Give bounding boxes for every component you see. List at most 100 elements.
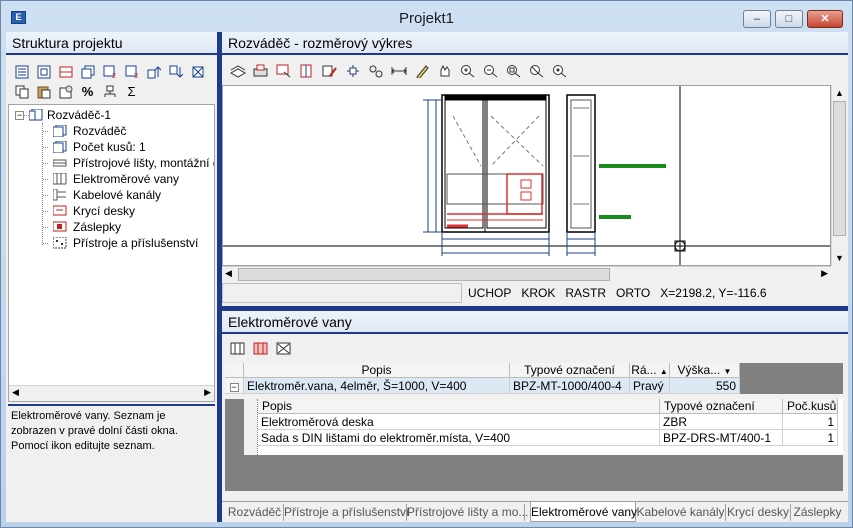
column-header-popis[interactable]: Popis: [244, 363, 510, 378]
pan-icon[interactable]: [435, 62, 454, 79]
detail-grid: Popis Typové označení Poč.kusů... Elektr…: [244, 399, 843, 455]
snap-icon[interactable]: [366, 62, 385, 79]
subcolumn-header-typ[interactable]: Typové označení: [660, 399, 783, 414]
print-icon[interactable]: [251, 62, 270, 79]
tree-line: [43, 147, 48, 149]
tree-node-cable-ducts[interactable]: Kabelové kanály: [43, 187, 161, 203]
drawing-horizontal-scrollbar[interactable]: ◀ ▶: [222, 266, 831, 282]
column-header-typ[interactable]: Typové označení: [510, 363, 630, 378]
tab-cover-plates[interactable]: Krycí desky: [726, 504, 791, 521]
tab-cable-ducts[interactable]: Kabelové kanály: [636, 504, 726, 521]
zoom-in-icon[interactable]: [458, 62, 477, 79]
drawing-vertical-scrollbar[interactable]: ▲ ▼: [831, 85, 847, 266]
tab-rails[interactable]: Přístrojové lišty a mo...: [407, 504, 528, 521]
tree-node-label: Rozváděč: [73, 124, 127, 138]
cell-strana[interactable]: Pravý: [630, 378, 670, 394]
scroll-up-icon[interactable]: ▲: [835, 88, 844, 98]
add-tray-icon[interactable]: [228, 340, 247, 357]
tree-line: [244, 399, 258, 455]
scroll-thumb[interactable]: [833, 101, 846, 236]
subcell-pocet[interactable]: 1: [783, 414, 838, 430]
tree-node-rails[interactable]: Přístrojové lišty, montážní desky: [43, 155, 214, 171]
column-header-vyska[interactable]: Výška... ▼: [670, 363, 740, 378]
meter-tray-grid: Popis Typové označení Rá... ▲ Výška... ▼…: [225, 363, 843, 491]
insert-device-icon[interactable]: [297, 62, 316, 79]
sort-asc-icon: ▲: [659, 367, 668, 376]
edit-device-icon[interactable]: [320, 62, 339, 79]
delete-tray-icon[interactable]: [274, 340, 293, 357]
copy-frame-icon[interactable]: [78, 63, 97, 80]
subcolumn-header-popis[interactable]: Popis: [258, 399, 660, 414]
tree-node-label: Přístroje a příslušenství: [73, 236, 199, 250]
print-preview-icon[interactable]: [274, 62, 293, 79]
scroll-down-icon[interactable]: ▼: [835, 253, 844, 263]
tree-node-blanks[interactable]: Záslepky: [43, 219, 121, 235]
close-button[interactable]: ✕: [807, 10, 843, 28]
scroll-left-icon[interactable]: ◀: [225, 268, 232, 279]
window-title: Projekt1: [398, 10, 455, 27]
percent-icon[interactable]: %: [78, 83, 97, 100]
drawing-canvas[interactable]: [222, 85, 831, 266]
layers-icon[interactable]: [228, 62, 247, 79]
scroll-thumb[interactable]: [238, 268, 610, 281]
snap-status[interactable]: UCHOP: [468, 286, 511, 300]
scroll-right-icon[interactable]: ▶: [204, 387, 211, 398]
scroll-right-icon[interactable]: ▶: [821, 268, 828, 279]
frame-2-icon[interactable]: 2: [100, 63, 119, 80]
move-down-icon[interactable]: [166, 63, 185, 80]
title-bar[interactable]: E Projekt1 – □ ✕: [1, 1, 852, 32]
frame-3-icon[interactable]: 3: [122, 63, 141, 80]
paste-icon[interactable]: [34, 83, 53, 100]
zoom-extents-icon[interactable]: [550, 62, 569, 79]
tab-strip: Rozváděč Přístroje a příslušenství Příst…: [222, 501, 848, 522]
delete-icon[interactable]: [188, 63, 207, 80]
tab-meter-trays[interactable]: Elektroměrové vany: [530, 502, 637, 522]
tree-horizontal-scrollbar[interactable]: ◀ ▶: [9, 385, 214, 401]
sum-icon[interactable]: Σ: [122, 83, 141, 100]
maximize-button[interactable]: □: [775, 10, 803, 28]
move-up-icon[interactable]: [144, 63, 163, 80]
properties-icon[interactable]: [56, 83, 75, 100]
subcell-typ[interactable]: BPZ-DRS-MT/400-1: [660, 430, 783, 446]
tree-node-switchboard[interactable]: Rozváděč: [43, 123, 126, 139]
structure-toolbar: 2 3 % Σ: [6, 59, 217, 104]
minimize-button[interactable]: –: [743, 10, 771, 28]
collapse-toggle[interactable]: −: [15, 111, 24, 120]
subcell-typ[interactable]: ZBR: [660, 414, 783, 430]
subcolumn-header-pocet[interactable]: Poč.kusů...: [783, 399, 838, 414]
frame-icon[interactable]: [34, 63, 53, 80]
switchboard-icon: [29, 109, 43, 121]
zoom-out-icon[interactable]: [481, 62, 500, 79]
column-header-strana[interactable]: Rá... ▲: [630, 363, 670, 378]
scroll-left-icon[interactable]: ◀: [12, 387, 19, 398]
grid-status[interactable]: RASTR: [565, 286, 606, 300]
move-icon[interactable]: [343, 62, 362, 79]
subcell-pocet[interactable]: 1: [783, 430, 838, 446]
ortho-status[interactable]: ORTO: [616, 286, 650, 300]
tree-node-cover-plates[interactable]: Krycí desky: [43, 203, 135, 219]
pen-icon[interactable]: [412, 62, 431, 79]
subcell-popis[interactable]: Sada s DIN lištami do elektroměr.místa, …: [258, 430, 660, 446]
tree-node-devices[interactable]: Přístroje a příslušenství: [43, 235, 198, 251]
zoom-window-icon[interactable]: [504, 62, 523, 79]
cell-popis[interactable]: Elektroměr.vana, 4elměr, Š=1000, V=400: [244, 378, 510, 394]
tab-devices[interactable]: Přístroje a příslušenství: [284, 504, 409, 521]
copy-icon[interactable]: [12, 83, 31, 100]
tab-blanks[interactable]: Záslepky: [791, 504, 844, 521]
tree-node-meter-trays[interactable]: Elektroměrové vany: [43, 171, 179, 187]
cell-typ[interactable]: BPZ-MT-1000/400-4: [510, 378, 630, 394]
dimension-icon[interactable]: [389, 62, 408, 79]
row-collapse-toggle[interactable]: −: [225, 378, 244, 394]
network-icon[interactable]: [100, 83, 119, 100]
zoom-all-icon[interactable]: [527, 62, 546, 79]
tab-switchboard[interactable]: Rozváděč: [226, 504, 284, 521]
edit-tray-icon[interactable]: [251, 340, 270, 357]
tree-line: [43, 195, 48, 197]
subcell-popis[interactable]: Elektroměrová deska: [258, 414, 660, 430]
rail-icon[interactable]: [56, 63, 75, 80]
cell-vyska[interactable]: 550: [670, 378, 740, 394]
coordinates-readout: X=2198.2, Y=-116.6: [660, 286, 767, 300]
step-status[interactable]: KROK: [521, 286, 555, 300]
tree-node-count[interactable]: Počet kusů: 1: [43, 139, 146, 155]
new-switchboard-icon[interactable]: [12, 63, 31, 80]
